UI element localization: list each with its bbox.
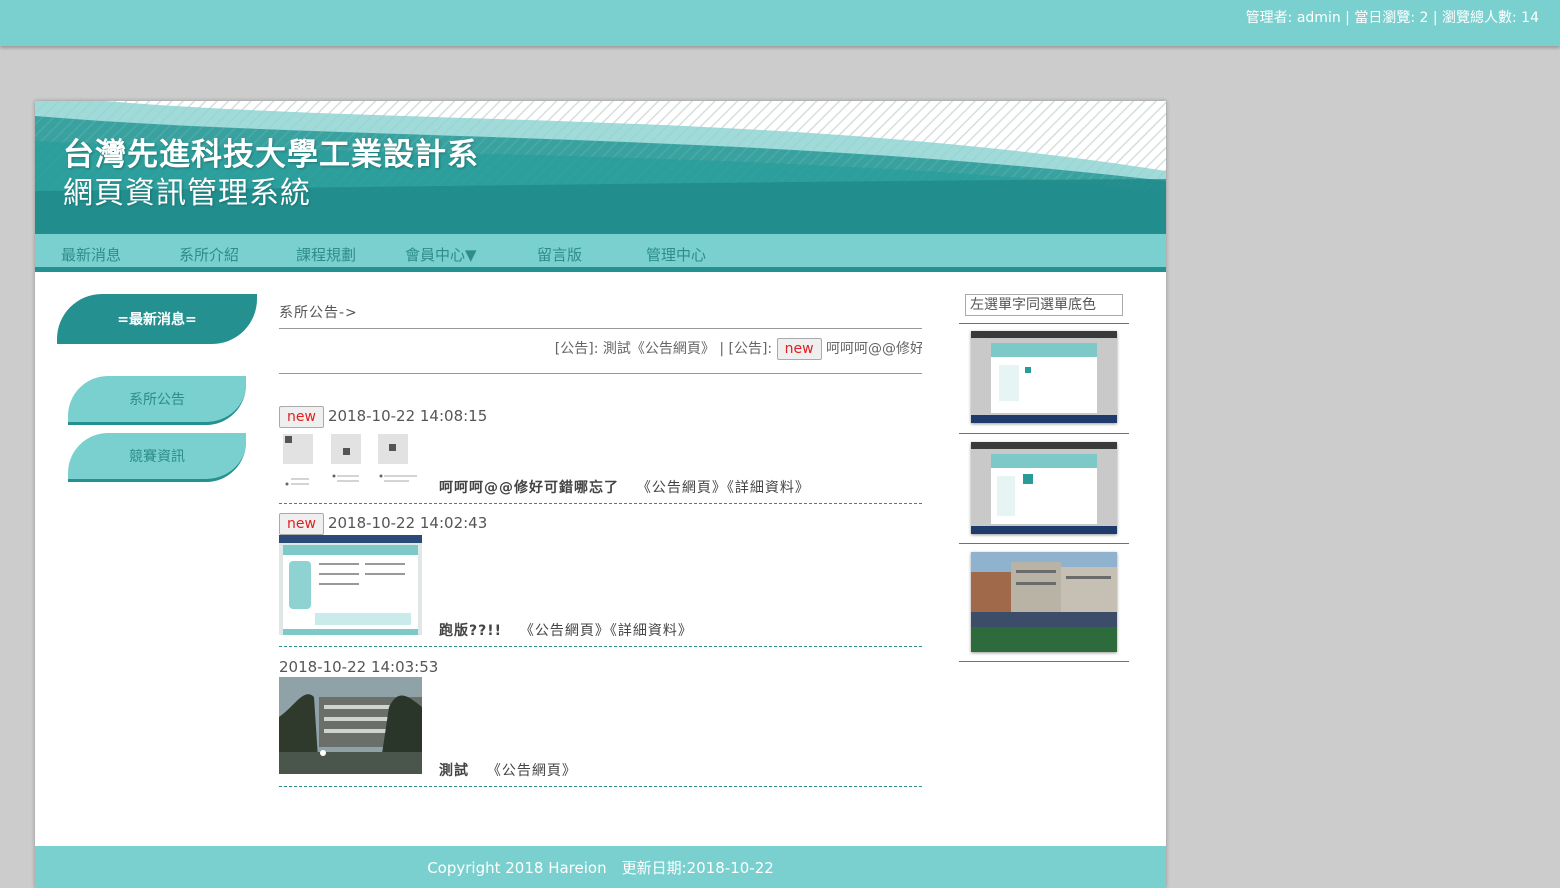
nav-item-latest-news[interactable]: 最新消息 xyxy=(61,244,121,265)
announcement-page-link[interactable]: 《公告網頁》 xyxy=(520,623,610,639)
post-title: 跑版??!! xyxy=(439,623,503,639)
sidebar-image-screenshot-1[interactable] xyxy=(971,331,1117,423)
nav-item-member-center[interactable]: 會員中心▼ xyxy=(405,244,477,265)
news-post: 2018-10-22 14:03:53 測試 《公告網頁》 xyxy=(279,658,922,787)
site-subtitle: 網頁資訊管理系統 xyxy=(63,176,311,211)
nav-item-guestbook[interactable]: 留言版 xyxy=(537,244,582,265)
new-badge: new xyxy=(279,406,324,428)
new-badge: new xyxy=(776,338,822,360)
details-link[interactable]: 《詳細資料》 xyxy=(610,623,693,639)
divider xyxy=(959,433,1129,434)
nav-item-department-intro[interactable]: 系所介紹 xyxy=(179,244,239,265)
left-menu-heading: =最新消息= xyxy=(57,294,257,344)
nav-item-admin-center[interactable]: 管理中心 xyxy=(646,244,706,265)
announcement-marquee: [公告]: 測試《公告網頁》 | [公告]: new 呵呵呵@@修好可錯哪忘了 xyxy=(279,338,922,364)
marquee-text-2[interactable]: 呵呵呵@@修好可錯哪忘了 xyxy=(826,338,922,358)
post-thumbnail[interactable] xyxy=(279,432,422,492)
page-container: 台灣先進科技大學工業設計系 網頁資訊管理系統 最新消息 系所介紹 課程規劃 會員… xyxy=(35,101,1166,888)
visitor-stats: 管理者: admin | 當日瀏覽: 2 | 瀏覽總人數: 14 xyxy=(1245,10,1539,26)
post-date: 2018-10-22 14:03:53 xyxy=(279,658,439,676)
divider xyxy=(959,543,1129,544)
top-bar: 管理者: admin | 當日瀏覽: 2 | 瀏覽總人數: 14 xyxy=(0,0,1560,46)
new-badge: new xyxy=(279,513,324,535)
post-date: 2018-10-22 14:08:15 xyxy=(327,407,488,425)
divider xyxy=(959,661,1129,662)
sidebar-image-screenshot-2[interactable] xyxy=(971,442,1117,534)
breadcrumb: 系所公告-> xyxy=(279,305,358,321)
broken-image: 左選單字同選單底色 xyxy=(965,294,1123,316)
announcement-page-link[interactable]: 《公告網頁》 xyxy=(637,480,727,496)
announcement-page-link[interactable]: 《公告網頁》 xyxy=(487,763,577,779)
details-link[interactable]: 《詳細資料》 xyxy=(727,480,810,496)
news-post: new 2018-10-22 14:08:15 呵呵呵@@修好可錯哪忘了 《公告… xyxy=(279,406,922,504)
sidebar-image-campus[interactable] xyxy=(971,552,1117,652)
post-caption: 跑版??!! 《公告網頁》《詳細資料》 xyxy=(439,620,693,640)
divider xyxy=(279,328,922,329)
marquee-text[interactable]: [公告]: 測試《公告網頁》 | [公告]: xyxy=(555,341,772,357)
post-thumbnail[interactable] xyxy=(279,677,422,774)
post-title: 測試 xyxy=(439,763,469,779)
left-menu-item-competitions[interactable]: 競賽資訊 xyxy=(68,433,246,482)
post-title: 呵呵呵@@修好可錯哪忘了 xyxy=(439,480,619,496)
site-banner: 台灣先進科技大學工業設計系 網頁資訊管理系統 xyxy=(35,101,1166,234)
footer: Copyright 2018 Hareion 更新日期:2018-10-22 xyxy=(35,846,1166,888)
left-menu-item-announcements[interactable]: 系所公告 xyxy=(68,376,246,425)
post-date: 2018-10-22 14:02:43 xyxy=(327,514,488,532)
news-post: new 2018-10-22 14:02:43 跑版??!! 《公告網頁》《詳細… xyxy=(279,513,922,647)
nav-item-curriculum[interactable]: 課程規劃 xyxy=(296,244,356,265)
main-nav: 最新消息 系所介紹 課程規劃 會員中心▼ 留言版 管理中心 xyxy=(35,234,1166,272)
divider xyxy=(959,323,1129,324)
post-caption: 呵呵呵@@修好可錯哪忘了 《公告網頁》《詳細資料》 xyxy=(439,477,810,497)
post-thumbnail[interactable] xyxy=(279,535,422,635)
divider xyxy=(279,373,922,374)
post-caption: 測試 《公告網頁》 xyxy=(439,760,577,780)
